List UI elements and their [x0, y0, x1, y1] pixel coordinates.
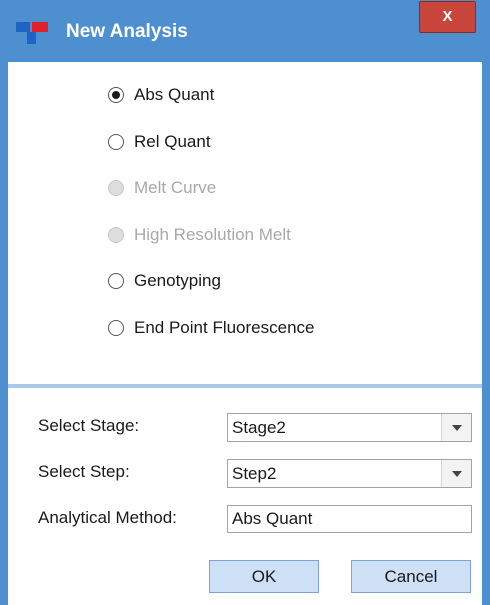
radio-button-icon — [108, 320, 124, 336]
radio-button-icon — [108, 273, 124, 289]
cancel-button[interactable]: Cancel — [351, 560, 471, 593]
app-logo-icon — [16, 22, 48, 44]
chevron-down-icon — [452, 471, 462, 477]
select-step-label: Select Step: — [38, 462, 130, 481]
analytical-method-label: Analytical Method: — [38, 508, 177, 527]
ok-button[interactable]: OK — [209, 560, 319, 593]
radio-melt-curve: Melt Curve — [108, 175, 216, 201]
panel-divider — [8, 384, 482, 388]
radio-label: High Resolution Melt — [134, 225, 291, 244]
radio-label: Abs Quant — [134, 85, 215, 104]
radio-button-icon — [108, 87, 124, 103]
dropdown-button[interactable] — [441, 414, 471, 441]
radio-label: Genotyping — [134, 271, 221, 290]
select-step-value: Step2 — [232, 464, 277, 483]
close-icon: X — [442, 8, 453, 25]
radio-button-icon — [108, 227, 124, 243]
radio-label: Rel Quant — [134, 132, 211, 151]
new-analysis-dialog: New Analysis X Abs Quant Rel Quant Melt … — [0, 0, 490, 605]
select-stage-label: Select Stage: — [38, 416, 140, 435]
dropdown-button[interactable] — [441, 460, 471, 487]
select-step-dropdown[interactable]: Step2 — [227, 459, 472, 488]
close-button[interactable]: X — [419, 1, 476, 33]
window-frame-left — [0, 62, 8, 605]
radio-button-icon — [108, 134, 124, 150]
radio-label: End Point Fluorescence — [134, 318, 315, 337]
title-bar[interactable]: New Analysis X — [0, 0, 490, 62]
dialog-title: New Analysis — [66, 21, 188, 42]
radio-rel-quant[interactable]: Rel Quant — [108, 129, 211, 155]
radio-high-resolution-melt: High Resolution Melt — [108, 222, 291, 248]
radio-end-point-fluorescence[interactable]: End Point Fluorescence — [108, 315, 315, 341]
chevron-down-icon — [452, 425, 462, 431]
radio-label: Melt Curve — [134, 178, 217, 197]
select-stage-dropdown[interactable]: Stage2 — [227, 413, 472, 442]
radio-button-icon — [108, 180, 124, 196]
radio-genotyping[interactable]: Genotyping — [108, 268, 221, 294]
select-stage-value: Stage2 — [232, 418, 286, 437]
radio-abs-quant[interactable]: Abs Quant — [108, 82, 214, 108]
window-frame-right — [482, 62, 490, 605]
analytical-method-field[interactable]: Abs Quant — [227, 505, 472, 533]
analytical-method-value: Abs Quant — [232, 509, 313, 528]
